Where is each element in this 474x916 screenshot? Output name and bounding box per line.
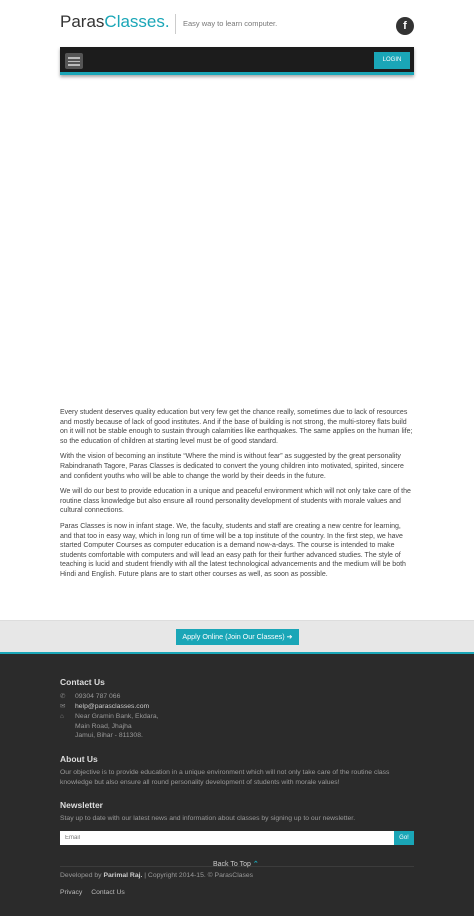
about-text: Our objective is to provide education in… (60, 769, 390, 786)
home-icon: ⌂ (60, 713, 64, 720)
copyright-line: Developed by Parimal Raj. | Copyright 20… (60, 872, 253, 879)
footer-links: Privacy Contact Us (60, 889, 132, 896)
phone-icon: ✆ (60, 693, 66, 700)
back-to-top-link[interactable]: Back To Top ⌃ (213, 860, 259, 868)
contact-email: ✉ help@parasclasses.com (60, 702, 149, 712)
site-tagline: Easy way to learn computer. (183, 19, 278, 28)
login-button[interactable]: LOGIN (374, 52, 410, 69)
about-content: Every student deserves quality education… (60, 408, 414, 586)
copyright-text: | Copyright 2014-15. © ParasClases (144, 872, 254, 879)
chevron-up-icon: ⌃ (252, 861, 259, 868)
address-line2: Main Road, Jhajha (75, 722, 132, 730)
contact-phone: ✆ 09304 787 066 (60, 692, 120, 702)
back-to-top-label: Back To Top (213, 861, 251, 868)
email-link[interactable]: help@parasclasses.com (75, 702, 275, 712)
content-paragraph: We will do our best to provide education… (60, 488, 411, 515)
logo-text-paras: Paras (60, 12, 105, 31)
envelope-icon: ✉ (60, 703, 66, 710)
footer-link-contact[interactable]: Contact Us (91, 889, 125, 896)
phone-text: 09304 787 066 (75, 693, 121, 700)
content-paragraph: Every student deserves quality education… (60, 409, 413, 445)
main-navbar: LOGIN (60, 47, 414, 75)
developer-name[interactable]: Parimal Raj. (103, 872, 142, 879)
facebook-icon[interactable]: f (396, 17, 414, 35)
content-paragraph: With the vision of becoming an institute… (60, 453, 404, 480)
newsletter-form: Go! (60, 831, 414, 845)
contact-heading: Contact Us (60, 677, 105, 687)
newsletter-email-input[interactable] (60, 831, 394, 845)
content-paragraph: Paras Classes is now in infant stage. We… (60, 522, 406, 578)
site-logo[interactable]: ParasClasses. (60, 12, 170, 32)
address-line3: Jamui, Bihar - 811308. (75, 732, 143, 739)
logo-divider (175, 14, 176, 34)
contact-address: ⌂ Near Gramin Bank, Ekdara, (60, 712, 158, 722)
newsletter-go-button[interactable]: Go! (394, 831, 414, 845)
cta-band: Apply Online (Join Our Classes) ➔ (0, 620, 474, 652)
site-footer: Contact Us ✆ 09304 787 066 ✉ help@parascla… (0, 652, 474, 916)
developed-by-label: Developed by (60, 872, 102, 879)
newsletter-heading: Newsletter (60, 800, 103, 810)
address-line1: Near Gramin Bank, Ekdara, (75, 713, 159, 720)
logo-text-classes: Classes. (104, 12, 170, 31)
about-heading: About Us (60, 754, 98, 764)
newsletter-text: Stay up to date with our latest news and… (60, 815, 356, 822)
footer-link-privacy[interactable]: Privacy (60, 889, 82, 896)
facebook-glyph: f (403, 20, 407, 32)
site-header: ParasClasses. Easy way to learn computer… (0, 0, 474, 46)
hamburger-menu-icon[interactable] (65, 53, 83, 69)
apply-online-button[interactable]: Apply Online (Join Our Classes) ➔ (176, 629, 299, 645)
